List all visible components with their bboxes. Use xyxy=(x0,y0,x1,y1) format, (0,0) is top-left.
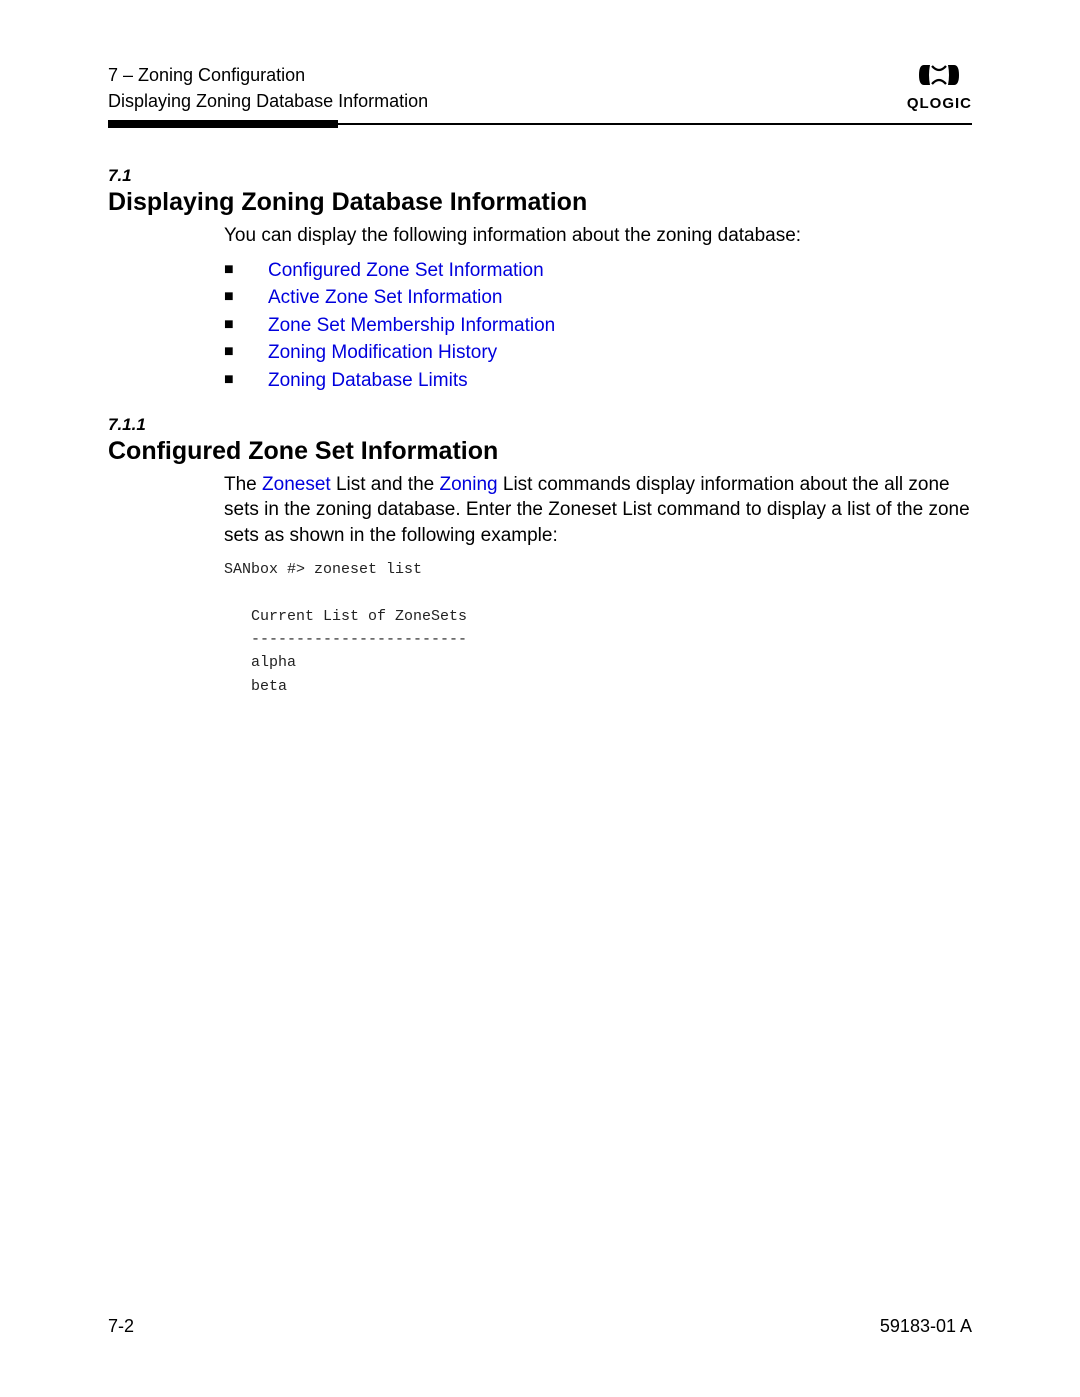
link-zoneset-cmd[interactable]: Zoneset xyxy=(262,474,331,495)
link-configured-zone-set[interactable]: Configured Zone Set Information xyxy=(268,260,544,281)
document-id: 59183-01 A xyxy=(880,1316,972,1337)
list-item: Zoning Modification History xyxy=(224,339,972,367)
list-item: Zoning Database Limits xyxy=(224,367,972,395)
header-rule xyxy=(108,120,972,128)
list-item: Zone Set Membership Information xyxy=(224,312,972,340)
para-text: List and the xyxy=(331,474,440,495)
chapter-line: 7 – Zoning Configuration xyxy=(108,62,428,88)
page-number: 7-2 xyxy=(108,1316,134,1337)
brand-name: QLOGIC xyxy=(907,95,972,112)
bullet-list: Configured Zone Set Information Active Z… xyxy=(224,257,972,395)
body-paragraph: The Zoneset List and the Zoning List com… xyxy=(224,472,972,549)
section-title: Displaying Zoning Database Information xyxy=(108,188,972,217)
qlogic-icon xyxy=(916,62,962,93)
code-example: SANbox #> zoneset list Current List of Z… xyxy=(224,558,972,698)
brand-logo: QLOGIC xyxy=(907,62,972,112)
header-subtitle: Displaying Zoning Database Information xyxy=(108,88,428,114)
intro-paragraph: You can display the following informatio… xyxy=(224,223,972,249)
link-zone-set-membership[interactable]: Zone Set Membership Information xyxy=(268,315,555,336)
link-active-zone-set[interactable]: Active Zone Set Information xyxy=(268,287,502,308)
page-footer: 7-2 59183-01 A xyxy=(108,1316,972,1337)
header-text-block: 7 – Zoning Configuration Displaying Zoni… xyxy=(108,62,428,114)
link-zoning-mod-history[interactable]: Zoning Modification History xyxy=(268,342,497,363)
para-text: The xyxy=(224,474,262,495)
subsection-title: Configured Zone Set Information xyxy=(108,437,972,466)
section-number: 7.1 xyxy=(108,166,972,186)
link-zoning-cmd[interactable]: Zoning xyxy=(439,474,497,495)
subsection-number: 7.1.1 xyxy=(108,415,972,435)
list-item: Configured Zone Set Information xyxy=(224,257,972,285)
page-header: 7 – Zoning Configuration Displaying Zoni… xyxy=(108,62,972,114)
link-zoning-db-limits[interactable]: Zoning Database Limits xyxy=(268,370,468,391)
list-item: Active Zone Set Information xyxy=(224,284,972,312)
